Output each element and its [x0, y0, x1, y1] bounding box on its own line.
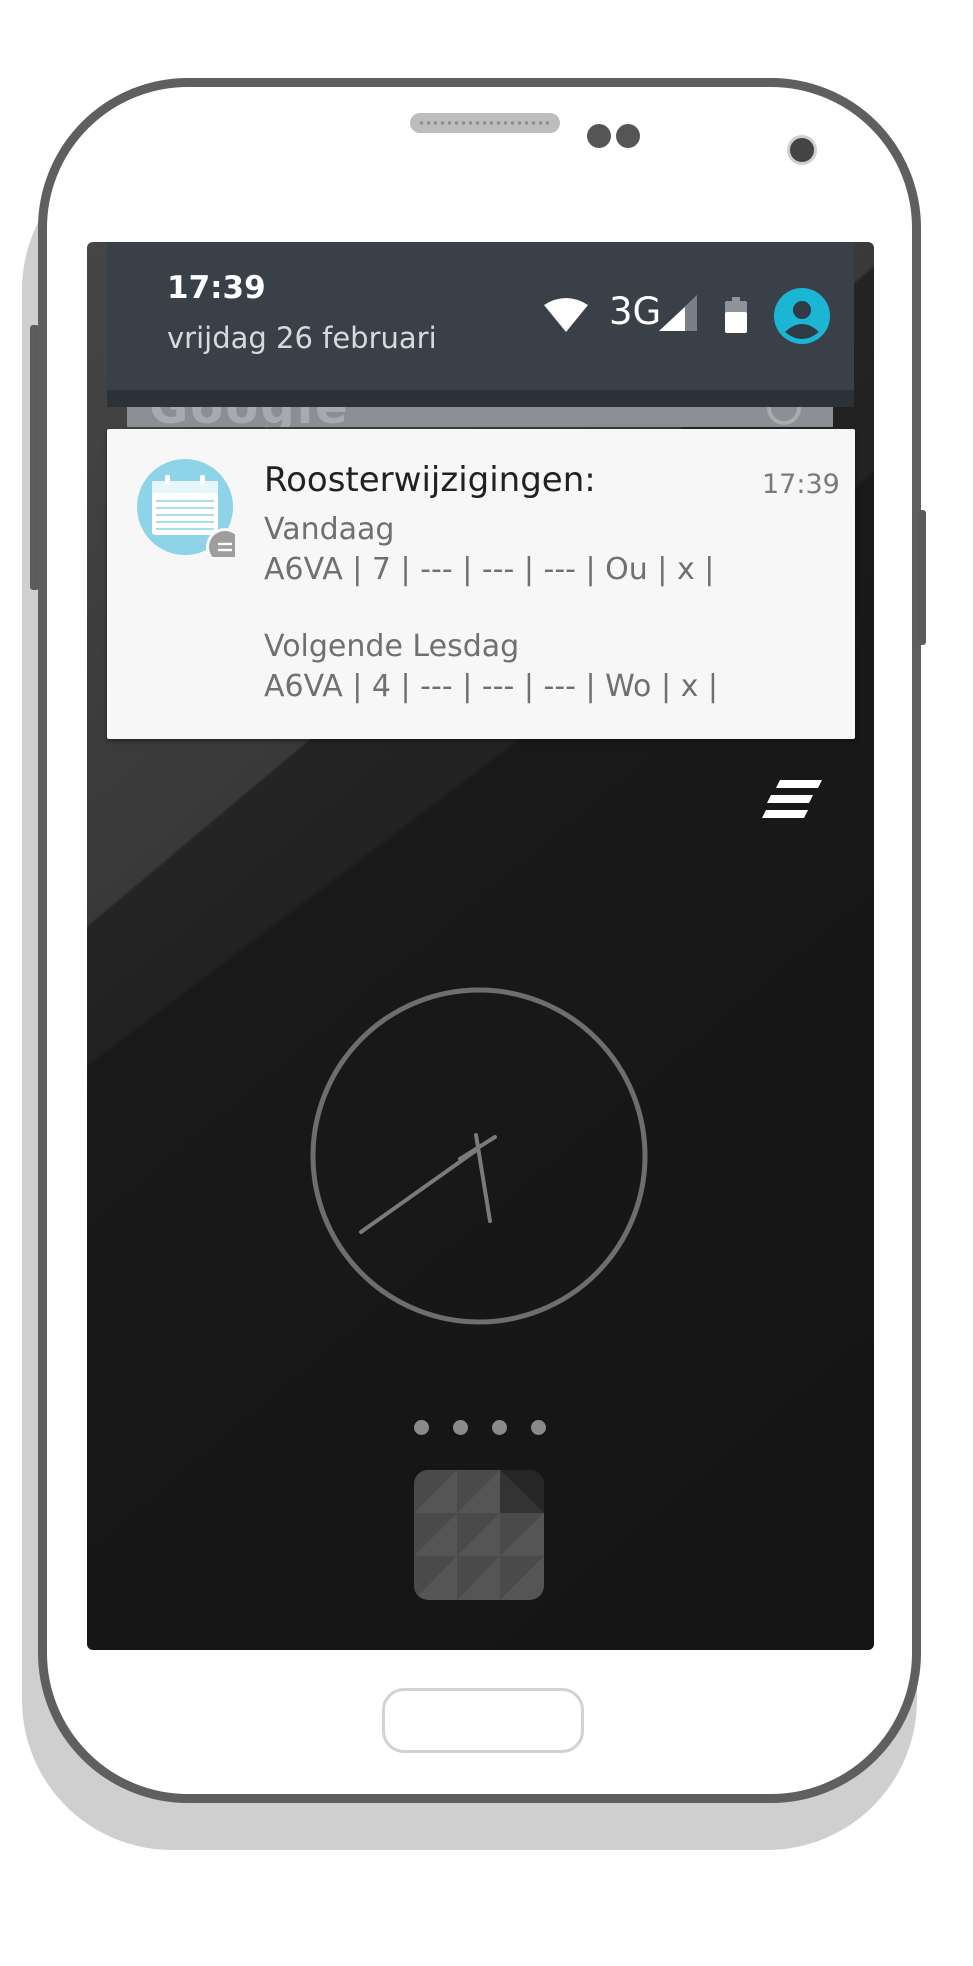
notification-heading-today: Vandaag: [264, 512, 395, 547]
page-indicator-dot[interactable]: [414, 1420, 429, 1435]
screen: Google 17:39 vrijdag 26 februari 3G: [87, 242, 874, 1650]
wifi-icon: [544, 298, 588, 332]
volume-button: [30, 325, 39, 590]
battery-icon: [725, 297, 747, 333]
notification-detail-today: A6VA | 7 | --- | --- | --- | Ou | x |: [264, 552, 715, 587]
notification-heading-next: Volgende Lesdag: [264, 629, 520, 664]
quick-settings-header[interactable]: 17:39 vrijdag 26 februari 3G: [107, 242, 854, 407]
front-camera: [787, 135, 817, 165]
google-logo: Google: [149, 407, 350, 427]
page-indicator-dot[interactable]: [453, 1420, 468, 1435]
calendar-icon: [137, 459, 235, 557]
signal-icon: [659, 295, 697, 331]
light-sensor: [616, 124, 640, 148]
notification-card[interactable]: Roosterwijzigingen: 17:39 Vandaag A6VA |…: [107, 429, 855, 739]
status-date[interactable]: vrijdag 26 februari: [167, 321, 437, 355]
clear-all-icon[interactable]: [762, 780, 822, 822]
proximity-sensor: [587, 124, 611, 148]
network-type-label: 3G: [609, 290, 662, 333]
page-indicator-dot[interactable]: [492, 1420, 507, 1435]
app-drawer-icon[interactable]: [414, 1470, 544, 1600]
home-button[interactable]: [382, 1688, 584, 1753]
google-search-bar[interactable]: Google: [127, 407, 833, 427]
notification-title: Roosterwijzigingen:: [264, 460, 596, 500]
speaker-grille: [418, 119, 552, 127]
notification-time: 17:39: [762, 469, 840, 500]
status-shade-edge: [107, 390, 854, 407]
analog-clock-widget[interactable]: [310, 987, 648, 1325]
status-time: 17:39: [167, 270, 266, 306]
notification-detail-next: A6VA | 4 | --- | --- | --- | Wo | x |: [264, 669, 718, 704]
mic-icon[interactable]: [767, 407, 801, 425]
page-indicator-dot[interactable]: [531, 1420, 546, 1435]
account-icon[interactable]: [774, 288, 830, 344]
power-button: [918, 510, 926, 645]
